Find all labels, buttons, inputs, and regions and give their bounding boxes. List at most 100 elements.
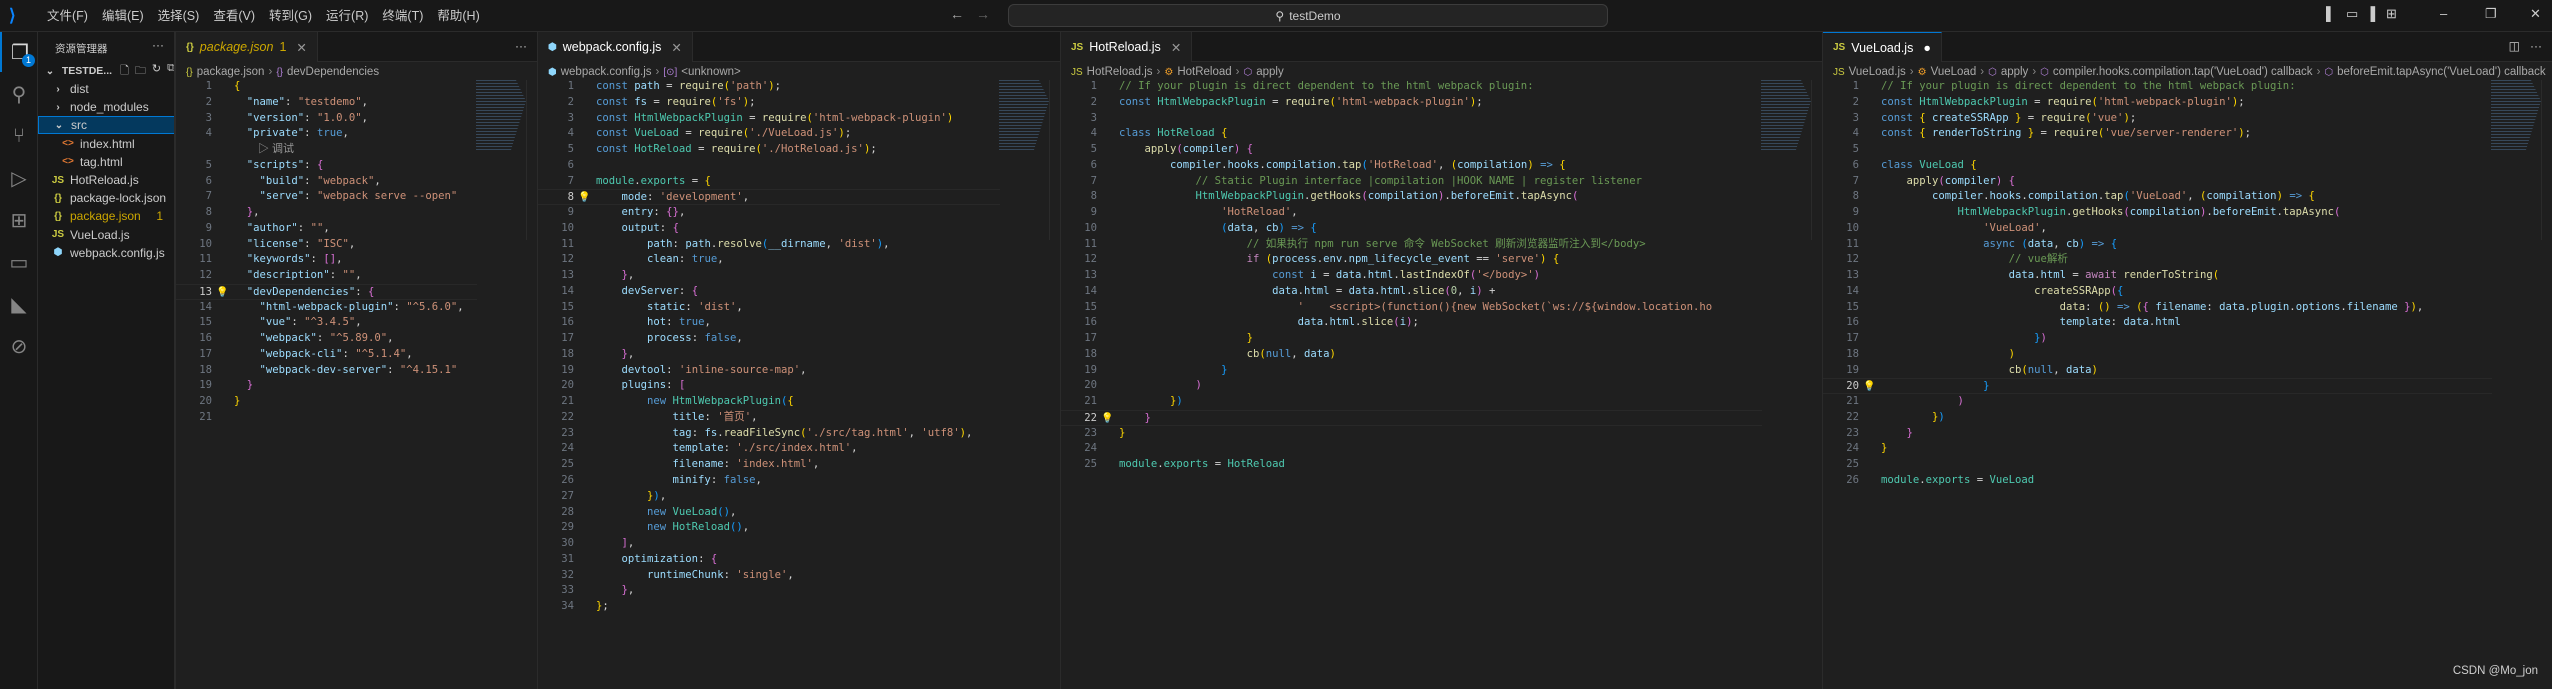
- menu-help[interactable]: 帮助(H): [430, 0, 486, 32]
- code-text: plugins: [: [596, 378, 686, 394]
- menu-edit[interactable]: 编辑(E): [95, 0, 151, 32]
- source-control-icon[interactable]: ⑂: [0, 116, 38, 156]
- js-file-icon: JS: [51, 174, 65, 186]
- line-number: 6: [567, 158, 574, 171]
- explorer-icon[interactable]: ❐ 1: [0, 32, 38, 72]
- new-folder-icon[interactable]: 🗀: [135, 62, 146, 81]
- tab-webpack-config-js[interactable]: ⬢ webpack.config.js ✕: [538, 32, 693, 62]
- code-token: beforeEmit: [2212, 206, 2277, 219]
- tab-package-json[interactable]: {} package.json 1 ✕: [176, 32, 318, 62]
- more-actions-icon[interactable]: ···: [152, 38, 164, 52]
- lightbulb-icon[interactable]: 💡: [578, 190, 590, 206]
- more-actions-icon[interactable]: ···: [515, 39, 527, 53]
- breadcrumb-item[interactable]: beforeEmit.tapAsync('VueLoad') callback: [2337, 66, 2546, 78]
- tree-item-index-html[interactable]: <> index.html: [38, 135, 174, 153]
- code-area[interactable]: 1{2 "name": "testdemo", 3 "version": "1.0…: [176, 79, 537, 689]
- code-line: 18 "webpack-dev-server": "^4.15.1": [176, 363, 477, 379]
- git-graph-icon[interactable]: ⊘: [0, 326, 38, 366]
- split-editor-icon[interactable]: ◫: [2509, 39, 2520, 53]
- tree-item-node-modules[interactable]: › node_modules: [38, 98, 174, 116]
- more-actions-icon[interactable]: ···: [2530, 39, 2542, 53]
- toggle-sidebar-icon[interactable]: ▌: [2326, 6, 2335, 21]
- code-line: 22 title: '首页',: [538, 410, 1000, 426]
- breadcrumb-item[interactable]: HotReload: [1177, 66, 1231, 78]
- code-token: ,: [704, 316, 711, 329]
- lightbulb-icon[interactable]: 💡: [216, 285, 228, 301]
- tree-item-tag-html[interactable]: <> tag.html: [38, 153, 174, 171]
- docker-icon[interactable]: ◣: [0, 284, 38, 324]
- refresh-icon[interactable]: ↻: [152, 62, 161, 81]
- line-number: 2: [1090, 95, 1097, 108]
- tree-item-src[interactable]: ⌄ src: [38, 116, 174, 135]
- unsaved-dot-icon[interactable]: ●: [1923, 41, 1931, 55]
- menu-view[interactable]: 查看(V): [206, 0, 262, 32]
- tab-hotreload-js[interactable]: JS HotReload.js ✕: [1061, 32, 1193, 62]
- restore-icon[interactable]: ❐: [2485, 6, 2497, 22]
- menu-run[interactable]: 运行(R): [319, 0, 375, 32]
- tree-item-package-json[interactable]: {} package.json 1: [38, 207, 174, 225]
- code-token: template: [672, 442, 724, 455]
- vertical-scrollbar[interactable]: [2541, 80, 2551, 240]
- menu-go[interactable]: 转到(G): [262, 0, 319, 32]
- code-token: require: [666, 95, 711, 108]
- extensions-icon[interactable]: ⊞: [0, 200, 38, 240]
- code-token: false: [704, 332, 737, 345]
- breadcrumb-item[interactable]: VueLoad: [1931, 66, 1977, 78]
- breadcrumb-item[interactable]: apply: [2001, 66, 2029, 78]
- customize-layout-icon[interactable]: ⊞: [2386, 6, 2397, 22]
- breadcrumb-item[interactable]: devDependencies: [287, 66, 379, 78]
- back-arrow-icon[interactable]: ←: [950, 6, 964, 22]
- code-token: }: [2397, 300, 2411, 313]
- forward-arrow-icon[interactable]: →: [976, 6, 990, 22]
- code-text: async (data, cb) => {: [1881, 237, 2117, 253]
- menu-terminal[interactable]: 终端(T): [375, 0, 430, 32]
- close-tab-icon[interactable]: ✕: [671, 40, 681, 55]
- tab-bar: ⬢ webpack.config.js ✕: [538, 32, 1060, 62]
- vertical-scrollbar[interactable]: [1811, 80, 1821, 240]
- menu-file[interactable]: 文件(F): [40, 0, 95, 32]
- vertical-scrollbar[interactable]: [1049, 80, 1059, 240]
- lightbulb-icon[interactable]: 💡: [1863, 379, 1875, 395]
- breadcrumb-item[interactable]: compiler.hooks.compilation.tap('VueLoad'…: [2053, 66, 2313, 78]
- close-window-icon[interactable]: ✕: [2530, 6, 2541, 22]
- code-token: require: [2046, 95, 2092, 108]
- search-view-icon[interactable]: ⚲: [0, 74, 38, 114]
- code-token: data: [2066, 363, 2092, 376]
- lightbulb-icon[interactable]: 💡: [1101, 411, 1113, 427]
- menu-selection[interactable]: 选择(S): [151, 0, 207, 32]
- breadcrumb-item[interactable]: HotReload.js: [1087, 66, 1153, 78]
- toggle-secondary-sidebar-icon[interactable]: ▐: [2366, 6, 2375, 21]
- tree-item-hotreload-js[interactable]: JS HotReload.js: [38, 171, 174, 189]
- close-tab-icon[interactable]: ✕: [296, 40, 306, 55]
- code-area[interactable]: 1 // If your plugin is direct dependent t…: [1061, 79, 1822, 689]
- collapse-all-icon[interactable]: ⧉: [167, 62, 174, 81]
- tree-item-webpack-config-js[interactable]: ⬢ webpack.config.js: [38, 244, 174, 262]
- command-center-search[interactable]: ⚲ testDemo: [1008, 4, 1608, 27]
- project-root[interactable]: ⌄ TESTDE... 🗋 🗀 ↻ ⧉: [38, 62, 174, 81]
- tab-vueload-js[interactable]: JS VueLoad.js ●: [1823, 32, 1942, 62]
- tree-item-package-lock-json[interactable]: {} package-lock.json: [38, 189, 174, 207]
- breadcrumb-item[interactable]: apply: [1256, 66, 1284, 78]
- breadcrumb-item[interactable]: <unknown>: [681, 66, 740, 78]
- toggle-panel-icon[interactable]: ▭: [2346, 6, 2358, 22]
- codelens-debug[interactable]: ▷ 调试: [176, 142, 477, 158]
- code-area[interactable]: 1 // If your plugin is direct dependent t…: [1823, 79, 2552, 689]
- vertical-scrollbar[interactable]: [526, 80, 536, 240]
- codelens-label[interactable]: ▷ 调试: [258, 142, 294, 158]
- code-token: const: [596, 143, 635, 156]
- breadcrumb-item[interactable]: VueLoad.js: [1849, 66, 1906, 78]
- code-area[interactable]: 1 const path = require('path'); 2 const fs …: [538, 79, 1060, 689]
- run-debug-icon[interactable]: ▷: [0, 158, 38, 198]
- minimize-icon[interactable]: –: [2440, 6, 2447, 21]
- remote-explorer-icon[interactable]: ▭: [0, 242, 38, 282]
- code-token: :: [387, 363, 400, 376]
- code-line: 5 "scripts": {: [176, 158, 477, 174]
- tree-item-dist[interactable]: › dist: [38, 80, 174, 98]
- breadcrumb-item[interactable]: webpack.config.js: [561, 66, 652, 78]
- close-tab-icon[interactable]: ✕: [1171, 40, 1181, 55]
- new-file-icon[interactable]: 🗋: [120, 62, 129, 81]
- tree-item-vueload-js[interactable]: JS VueLoad.js: [38, 226, 174, 244]
- breadcrumb-item[interactable]: package.json: [197, 66, 265, 78]
